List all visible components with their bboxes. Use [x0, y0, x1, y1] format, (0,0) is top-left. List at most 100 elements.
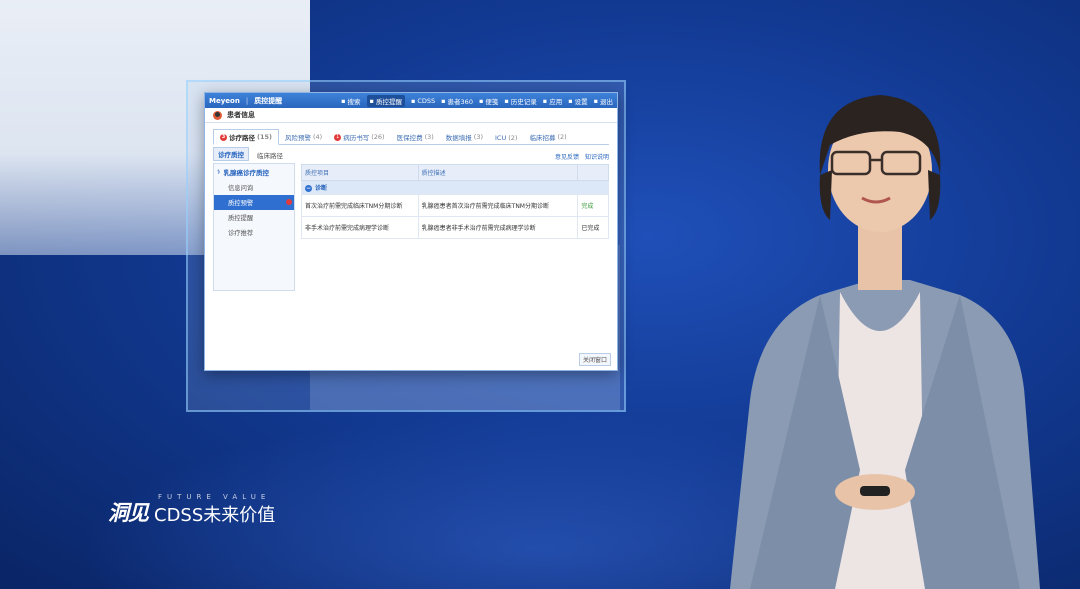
tab-0[interactable]: 3 诊疗路径 (15) — [213, 129, 279, 145]
tree-items: 信息问询质控预警质控提醒诊疗推荐 — [214, 180, 294, 240]
table-header-row: 质控项目 质控描述 — [301, 164, 609, 181]
alert-icon: ▪ — [369, 96, 374, 105]
tree-item-label: 信息问询 — [228, 185, 254, 192]
row-item: 非手术治疗前需完成病理学诊断 — [301, 216, 419, 239]
toolbar-item-label: 便笺 — [485, 97, 499, 106]
toolbar-item-label: 患者360 — [447, 97, 473, 106]
toolbar-item-2[interactable]: ▪ CDSS — [411, 97, 435, 105]
window-title: 质控提醒 — [254, 96, 283, 105]
search-icon: ▪ — [341, 96, 346, 105]
toolbar-item-label: CDSS — [417, 96, 436, 105]
patient-icon: ▪ — [441, 96, 446, 105]
row-status: 已完成 — [577, 216, 609, 239]
toolbar: ▪ 搜索 ▪ 质控提醒 ▪ CDSS ▪ 患者360 ▪ 便笺 ▪ 历史记录 ▪ 应用 ▪ 设置 ▪ 退出 — [341, 94, 613, 107]
tab-count: (26) — [371, 133, 385, 141]
toolbar-item-0[interactable]: ▪ 搜索 — [341, 96, 360, 106]
group-label: 诊断 — [315, 185, 328, 192]
toolbar-item-label: 设置 — [574, 97, 588, 106]
show-logo: 洞见 FUTURE VALUE CDSS未来价值 — [108, 493, 275, 527]
history-icon: ▪ — [504, 96, 509, 105]
quality-table: 质控项目 质控描述 − 诊断 首次治疗前需完成临床TNM分期诊断 乳腺癌患者首次治… — [301, 164, 609, 239]
toolbar-item-label: 搜索 — [347, 97, 361, 106]
tree-item[interactable]: 信息问询 — [214, 180, 294, 195]
toolbar-item-label: 历史记录 — [510, 97, 537, 106]
tree-item[interactable]: 质控提醒 — [214, 210, 294, 225]
collapse-icon: − — [305, 185, 312, 192]
presenter-figure — [730, 95, 1040, 589]
toolbar-item-4[interactable]: ▪ 便笺 — [479, 96, 498, 106]
exit-icon: ▪ — [593, 96, 598, 105]
tab-label: 病历书写 — [343, 134, 370, 142]
tree-item-label: 质控提醒 — [228, 215, 254, 222]
tab-badge: 3 — [220, 133, 227, 141]
toolbar-item-label: 质控提醒 — [375, 97, 402, 106]
app-window: Meyeon | 质控提醒 ▪ 搜索 ▪ 质控提醒 ▪ CDSS ▪ 患者360 ▪ 便笺 ▪ 历史记… — [204, 92, 618, 371]
tab-6[interactable]: 临床招募 (2) — [523, 130, 572, 144]
toolbar-item-5[interactable]: ▪ 历史记录 — [504, 96, 536, 106]
tab-label: ICU — [495, 134, 507, 142]
tab-4[interactable]: 数据填报 (3) — [440, 130, 489, 144]
table-row[interactable]: 首次治疗前需完成临床TNM分期诊断 乳腺癌患者首次治疗前需完成临床TNM分期诊断… — [301, 194, 609, 217]
gear-icon: ▪ — [568, 96, 573, 105]
subtab-1[interactable]: 临床路径 — [253, 149, 287, 161]
app-icon: ▪ — [542, 96, 548, 105]
title-separator: | — [245, 96, 249, 105]
row-item: 首次治疗前需完成临床TNM分期诊断 — [301, 194, 419, 217]
tree-item[interactable]: 诊疗推荐 — [214, 225, 294, 240]
col-header-item: 质控项目 — [301, 164, 419, 181]
feedback-link[interactable]: 意见反馈 — [555, 152, 579, 161]
tree-item-label: 质控预警 — [228, 200, 254, 207]
patient-avatar-icon — [213, 110, 222, 120]
tab-1[interactable]: 风险预警 (4) — [279, 130, 328, 144]
col-header-desc: 质控描述 — [417, 164, 579, 181]
tab-label: 临床招募 — [529, 134, 556, 142]
tab-badge: 1 — [334, 133, 342, 141]
col-header-status — [577, 164, 609, 181]
toolbar-item-label: 退出 — [600, 97, 613, 106]
toolbar-item-1[interactable]: ▪ 质控提醒 — [366, 94, 405, 107]
alert-dot-icon — [286, 199, 292, 205]
main-content: 诊疗质控 临床路径 ⚕ 乳腺癌诊疗质控 信息问询质控预警质控提醒诊疗推荐 意见反馈… — [213, 147, 609, 339]
quality-tree: ⚕ 乳腺癌诊疗质控 信息问询质控预警质控提醒诊疗推荐 — [213, 163, 295, 291]
tab-count: (3) — [473, 133, 483, 141]
cdss-icon: ▪ — [410, 96, 416, 105]
brand-name: Meyeon — [209, 96, 240, 105]
logo-subtitle: FUTURE VALUE — [158, 493, 271, 501]
row-status: 完成 — [577, 194, 609, 217]
patient-info-bar[interactable]: 患者信息 — [205, 108, 617, 123]
tab-count: (15) — [257, 133, 272, 141]
right-panel: 意见反馈 知识说明 质控项目 质控描述 − 诊断 首次治疗前需完成临床TNM分期… — [301, 149, 609, 339]
tab-3[interactable]: 医保控费 (3) — [391, 130, 440, 144]
note-icon: ▪ — [478, 96, 484, 105]
logo-text: FUTURE VALUE CDSS未来价值 — [154, 493, 275, 527]
table-group-row[interactable]: − 诊断 — [301, 180, 609, 195]
toolbar-item-7[interactable]: ▪ 设置 — [568, 96, 587, 106]
tree-folder-icon: ⚕ — [217, 168, 221, 176]
row-desc: 乳腺癌患者首次治疗前需完成临床TNM分期诊断 — [417, 194, 579, 217]
toolbar-item-label: 应用 — [549, 97, 563, 106]
tab-2[interactable]: 1 病历书写 (26) — [328, 130, 390, 144]
close-window-button[interactable]: 关闭窗口 — [578, 353, 611, 366]
table-row[interactable]: 非手术治疗前需完成病理学诊断 乳腺癌患者非手术治疗前需完成病理学诊断 已完成 — [301, 216, 609, 239]
patient-info-label: 患者信息 — [227, 111, 255, 119]
logo-title: CDSS未来价值 — [154, 505, 276, 526]
group-cell: − 诊断 — [301, 180, 609, 195]
subtab-0[interactable]: 诊疗质控 — [213, 147, 249, 161]
tree-item-label: 诊疗推荐 — [228, 230, 254, 237]
left-panel: 诊疗质控 临床路径 ⚕ 乳腺癌诊疗质控 信息问询质控预警质控提醒诊疗推荐 — [213, 147, 295, 339]
tab-label: 数据填报 — [445, 134, 472, 142]
tab-count: (2) — [557, 133, 567, 141]
toolbar-item-8[interactable]: ▪ 退出 — [594, 96, 613, 106]
category-tabs: 3 诊疗路径 (15) 风险预警 (4) 1 病历书写 (26) 医保控费 (3) 数据填报 (3) I… — [213, 129, 609, 145]
tab-5[interactable]: ICU (2) — [489, 132, 523, 144]
logo-glyph: 洞见 — [108, 501, 149, 525]
panel-actions: 意见反馈 知识说明 — [301, 149, 609, 161]
tree-item[interactable]: 质控预警 — [214, 195, 294, 210]
tree-root-label: 乳腺癌诊疗质控 — [223, 169, 270, 177]
tab-count: (2) — [508, 134, 518, 142]
tab-label: 风险预警 — [285, 134, 311, 142]
docs-link[interactable]: 知识说明 — [585, 152, 609, 161]
toolbar-item-3[interactable]: ▪ 患者360 — [441, 96, 473, 106]
toolbar-item-6[interactable]: ▪ 应用 — [543, 96, 562, 106]
tree-root[interactable]: ⚕ 乳腺癌诊疗质控 — [214, 164, 294, 180]
